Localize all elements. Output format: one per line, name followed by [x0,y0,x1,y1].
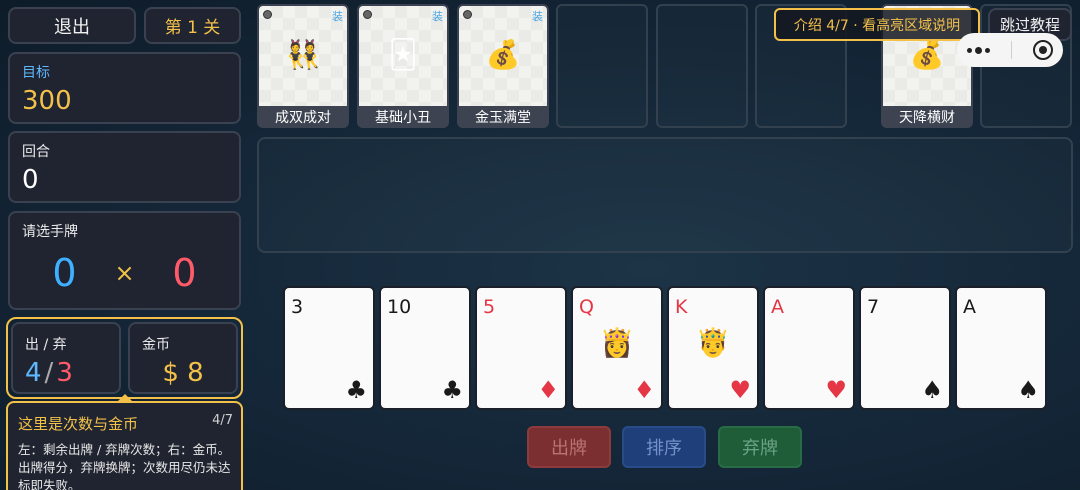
joker-card[interactable]: 装 👯 成双成对 [257,4,349,128]
hand-card[interactable]: A ♥ [763,286,855,410]
equipped-tag: 装 [532,10,543,23]
hands-discards-value: 4/3 [25,358,73,388]
card-rank: A [963,296,976,318]
joker-dot [363,10,372,19]
hand-card[interactable]: Q 👸 ♦ [571,286,663,410]
exit-button[interactable]: 退出 [8,7,136,44]
joker-dot [463,10,472,19]
joker-name: 基础小丑 [357,106,449,128]
hand-card[interactable]: 7 ♠ [859,286,951,410]
tutorial-progress: 介绍 4/7 · 看高亮区域说明 [774,8,980,41]
equipped-tag: 装 [332,10,343,23]
twins-icon: 👯 [285,38,321,71]
hand-card[interactable]: K 🤴 ♥ [667,286,759,410]
chips-value: 0 [52,251,77,295]
play-hand-button[interactable]: 出牌 [527,426,611,468]
gold-value: $ 8 [162,358,204,388]
times-sign: × [114,259,135,287]
money-bag-icon: 💰 [485,38,521,71]
capsule-divider [1010,41,1012,59]
gold-label: 金币 [142,337,170,353]
hand-card[interactable]: A ♠ [955,286,1047,410]
play-area [257,137,1073,253]
discard-label: 弃牌 [742,438,778,459]
target-label: 目标 [22,65,50,81]
heart-icon: ♥ [729,376,751,404]
joker-name: 成双成对 [257,106,349,128]
mini-program-capsule [957,33,1063,67]
round-value: 0 [22,165,39,195]
sort-label: 排序 [646,438,682,459]
card-rank: 7 [867,296,880,318]
joker-name: 天降横财 [881,106,973,128]
club-icon: ♣ [345,376,367,404]
joker-card[interactable]: 装 🃏 基础小丑 [357,4,449,128]
round-panel: 回合 0 [8,131,241,203]
card-rank: K [675,296,688,318]
empty-joker-slot [556,4,648,128]
sort-button[interactable]: 排序 [622,426,706,468]
spade-icon: ♠ [1017,376,1039,404]
tip-title: 这里是次数与金币 [18,415,139,433]
club-icon: ♣ [441,376,463,404]
target-value: 300 [22,86,72,116]
tutorial-progress-label: 介绍 4/7 · 看高亮区域说明 [793,17,961,34]
tip-step: 4/7 [212,413,233,428]
tutorial-tip: 这里是次数与金币 4/7 左：剩余出牌 / 弃牌次数；右：金币。出牌得分，弃牌换… [6,401,243,490]
discard-button[interactable]: 弃牌 [718,426,802,468]
mult-value: 0 [172,251,197,295]
selection-panel: 请选手牌 0 × 0 [8,211,241,310]
skip-tutorial-label: 跳过教程 [999,16,1060,34]
stage-indicator: 第 1 关 [144,7,241,44]
heart-icon: ♥ [825,376,847,404]
hands-discards-panel: 出 / 弃 4/3 [11,322,121,394]
hands-remaining: 4 [25,358,42,388]
score-preview: 0 × 0 [10,251,239,295]
hand-card[interactable]: 3 ♣ [283,286,375,410]
joker-dot [263,10,272,19]
round-label: 回合 [22,144,50,160]
equipped-tag: 装 [432,10,443,23]
discards-remaining: 3 [56,358,73,388]
play-hand-label: 出牌 [551,438,587,459]
hand-card[interactable]: 5 ♦ [475,286,567,410]
hands-discards-label: 出 / 弃 [25,337,67,353]
close-target-icon[interactable] [1032,40,1053,60]
joker-card[interactable]: 装 💰 金玉满堂 [457,4,549,128]
diamond-icon: ♦ [633,376,655,404]
card-rank: 3 [291,296,304,318]
queen-face-icon: 👸 [599,326,635,359]
exit-label: 退出 [54,16,90,38]
jester-icon: 🃏 [388,38,418,71]
joker-name: 金玉满堂 [457,106,549,128]
tip-body: 左：剩余出牌 / 弃牌次数；右：金币。出牌得分，弃牌换牌；次数用尽仍未达标即失败… [18,442,231,490]
stage-label: 第 1 关 [164,18,221,38]
gold-panel: 金币 $ 8 [128,322,238,394]
more-icon[interactable] [967,46,991,54]
selection-label: 请选手牌 [22,224,78,240]
card-rank: 10 [387,296,412,318]
card-rank: Q [579,296,594,318]
card-rank: 5 [483,296,496,318]
target-panel: 目标 300 [8,52,241,124]
hand-card[interactable]: 10 ♣ [379,286,471,410]
hands-discards-slash: / [44,358,54,388]
diamond-icon: ♦ [537,376,559,404]
king-face-icon: 🤴 [695,326,731,359]
spade-icon: ♠ [921,376,943,404]
card-rank: A [771,296,784,318]
empty-joker-slot [656,4,748,128]
